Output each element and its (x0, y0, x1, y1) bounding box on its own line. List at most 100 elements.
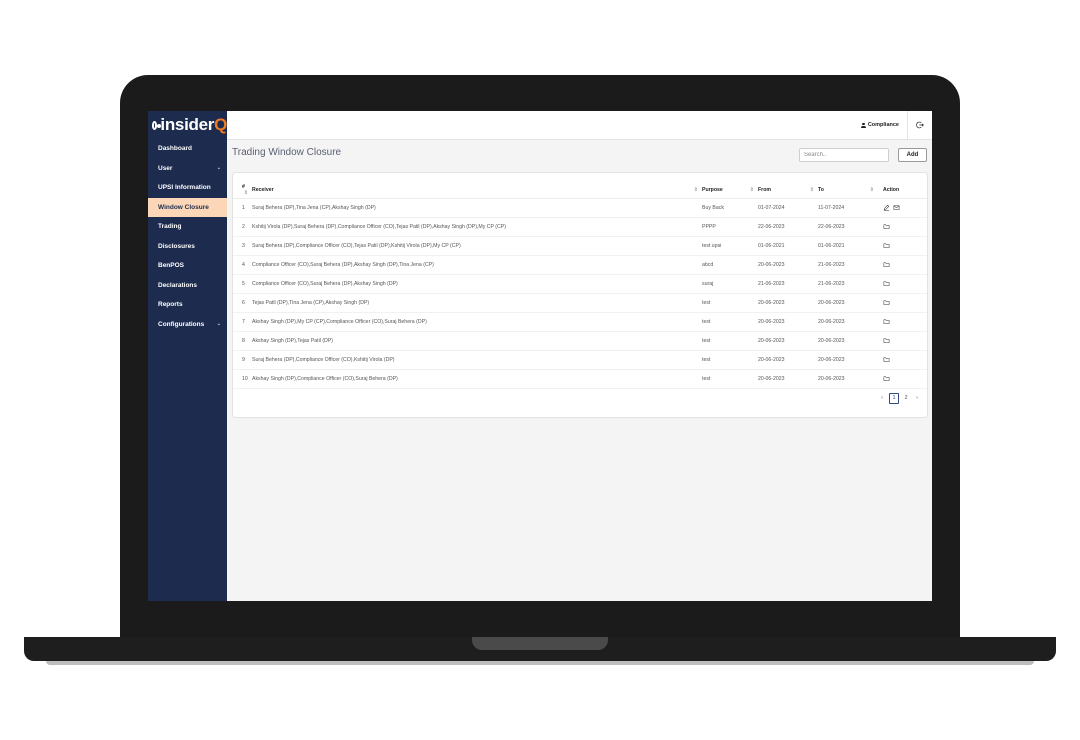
sidebar-item-label: User (158, 164, 173, 172)
receiver-cell: Compliance Officer (CO),Suraj Behera (DP… (252, 274, 702, 294)
purpose-cell: abcd (702, 255, 758, 275)
row-number: 10 (233, 369, 252, 389)
add-button[interactable]: Add (898, 148, 927, 162)
table-row: 8 Akshay Singh (DP),Tejas Patil (DP) test 2… (233, 331, 927, 351)
app-screen: insider Q Dashboard User ⌄ UPSI Information W… (148, 111, 932, 601)
user-label: Compliance (867, 122, 899, 128)
sidebar-item-disclosures[interactable]: Disclosures (148, 237, 227, 257)
user-menu[interactable]: Compliance (860, 122, 907, 128)
column-header-to[interactable]: To ⇕ (818, 182, 878, 199)
receiver-cell: Suraj Behera (DP),Tina Jena (CP),Akshay … (252, 198, 702, 218)
table-row: 3 Suraj Behera (DP),Compliance Officer (C… (233, 236, 927, 256)
from-date-cell: 01-06-2021 (758, 236, 818, 256)
from-date-cell: 01-07-2024 (758, 198, 818, 218)
sidebar-item-user[interactable]: User ⌄ (148, 159, 227, 179)
folder-icon[interactable] (883, 356, 890, 365)
column-header-num[interactable]: # ⇕ (233, 182, 252, 199)
folder-icon[interactable] (883, 337, 890, 346)
pagination-page[interactable]: 2 (902, 394, 910, 403)
logout-button[interactable] (907, 111, 932, 139)
chevron-down-icon: ⌄ (216, 321, 221, 328)
sidebar-item-label: Configurations (158, 320, 205, 328)
sidebar-item-configurations[interactable]: Configurations ⌄ (148, 315, 227, 335)
action-cell (878, 274, 927, 294)
column-header-from[interactable]: From ⇕ (758, 182, 818, 199)
to-date-cell: 22-06-2023 (818, 217, 878, 237)
receiver-cell: Kshitij Virola (DP),Suraj Behera (DP),Co… (252, 217, 702, 237)
sidebar-item-upsi-information[interactable]: UPSI Information (148, 178, 227, 198)
action-cell (878, 198, 927, 218)
sidebar-item-window-closure[interactable]: Window Closure (148, 197, 227, 217)
logo-text: insider (160, 115, 215, 134)
sidebar-item-dashboard[interactable]: Dashboard (148, 139, 227, 159)
row-number: 4 (233, 255, 252, 275)
edit-icon[interactable] (883, 204, 890, 213)
purpose-cell: test (702, 293, 758, 313)
laptop-base-shadow (46, 661, 1034, 665)
sort-icon: ⇕ (243, 190, 248, 196)
action-cell (878, 217, 927, 237)
column-header-purpose[interactable]: Purpose ⇕ (702, 182, 758, 199)
action-cell (878, 350, 927, 370)
sidebar-item-label: Declarations (158, 281, 198, 289)
row-number: 7 (233, 312, 252, 332)
sort-icon: ⇕ (749, 187, 754, 193)
table-row: 10 Akshay Singh (DP),Compliance Officer (… (233, 369, 927, 389)
action-cell (878, 293, 927, 313)
receiver-cell: Akshay Singh (DP),My CP (CP),Compliance … (252, 312, 702, 332)
receiver-cell: Akshay Singh (DP),Tejas Patil (DP) (252, 331, 702, 351)
folder-icon[interactable] (883, 299, 890, 308)
pagination-page[interactable]: 1 (889, 393, 899, 404)
from-date-cell: 20-06-2023 (758, 331, 818, 351)
search-input[interactable] (799, 148, 889, 162)
sidebar-item-declarations[interactable]: Declarations (148, 276, 227, 296)
pagination-next[interactable]: › (913, 394, 921, 403)
column-header-action: Action (878, 182, 927, 199)
from-date-cell: 22-06-2023 (758, 217, 818, 237)
sidebar-nav: Dashboard User ⌄ UPSI Information Window Clo… (148, 139, 227, 334)
table-body: 1 Suraj Behera (DP),Tina Jena (CP),Akshay… (233, 198, 927, 389)
from-date-cell: 20-06-2023 (758, 255, 818, 275)
purpose-cell: test (702, 369, 758, 389)
folder-icon[interactable] (883, 375, 890, 384)
sort-icon: ⇕ (693, 187, 698, 193)
to-date-cell: 20-06-2023 (818, 331, 878, 351)
table-row: 7 Akshay Singh (DP),My CP (CP),Compliance… (233, 312, 927, 332)
to-date-cell: 20-06-2023 (818, 312, 878, 332)
sidebar-item-reports[interactable]: Reports (148, 295, 227, 315)
from-date-cell: 20-06-2023 (758, 293, 818, 313)
mail-icon[interactable] (893, 204, 900, 213)
row-number: 6 (233, 293, 252, 313)
to-date-cell: 20-06-2023 (818, 293, 878, 313)
sidebar-item-benpos[interactable]: BenPOS (148, 256, 227, 276)
page-header: Trading Window Closure Add (232, 147, 927, 163)
from-date-cell: 21-06-2023 (758, 274, 818, 294)
table-row: 9 Suraj Behera (DP),Compliance Officer (C… (233, 350, 927, 370)
chevron-down-icon: ⌄ (216, 165, 221, 172)
folder-icon[interactable] (883, 223, 890, 232)
purpose-cell: test (702, 312, 758, 332)
folder-icon[interactable] (883, 318, 890, 327)
sidebar-item-trading[interactable]: Trading (148, 217, 227, 237)
folder-icon[interactable] (883, 242, 890, 251)
row-number: 5 (233, 274, 252, 294)
receiver-cell: Suraj Behera (DP),Compliance Officer (CO… (252, 350, 702, 370)
row-number: 3 (233, 236, 252, 256)
to-date-cell: 21-06-2023 (818, 274, 878, 294)
folder-icon[interactable] (883, 261, 890, 270)
sort-icon: ⇕ (809, 187, 814, 193)
folder-icon[interactable] (883, 280, 890, 289)
logo[interactable]: insider Q (148, 111, 227, 139)
receiver-cell: Suraj Behera (DP),Compliance Officer (CO… (252, 236, 702, 256)
to-date-cell: 11-07-2024 (818, 198, 878, 218)
person-icon (860, 122, 866, 128)
eye-icon (152, 120, 162, 130)
from-date-cell: 20-06-2023 (758, 369, 818, 389)
row-number: 2 (233, 217, 252, 237)
action-cell (878, 369, 927, 389)
sidebar-item-label: UPSI Information (158, 184, 211, 192)
column-header-receiver[interactable]: Receiver ⇕ (252, 182, 702, 199)
sidebar-item-label: Reports (158, 301, 183, 309)
topbar: Compliance (227, 111, 932, 140)
pagination-prev[interactable]: ‹ (878, 394, 886, 403)
